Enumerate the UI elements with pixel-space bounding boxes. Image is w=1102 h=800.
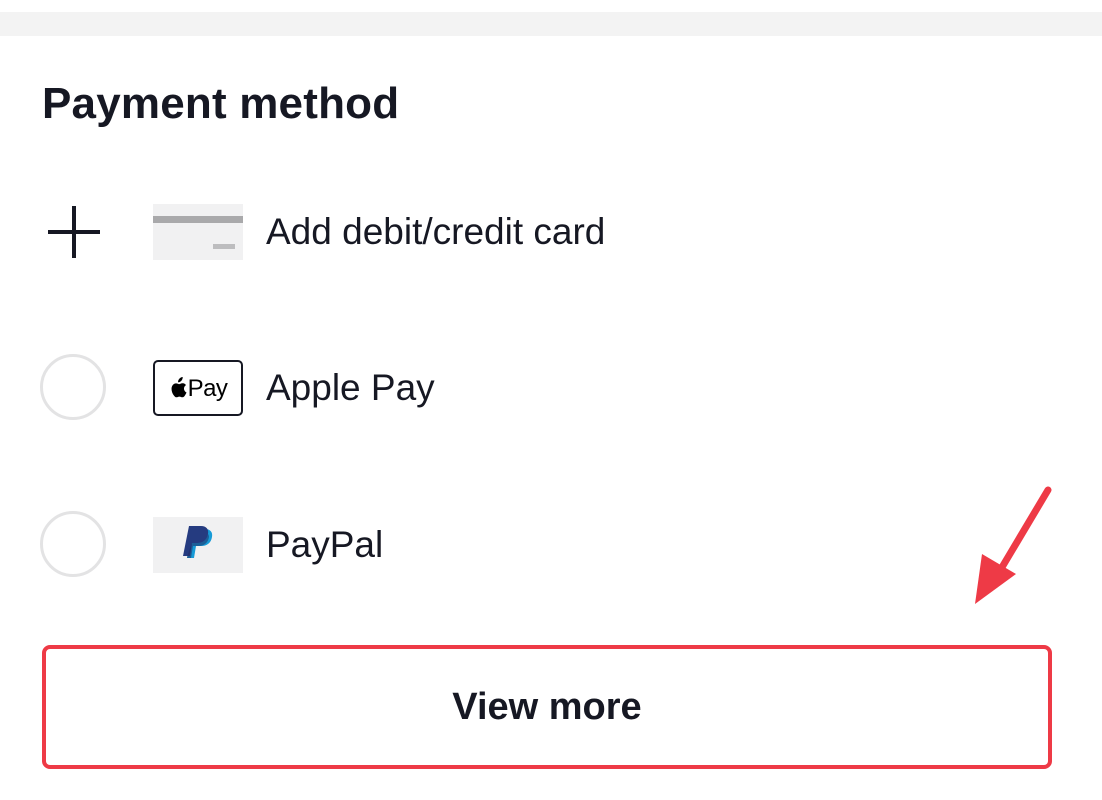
top-divider-band: [0, 12, 1102, 36]
add-card-row[interactable]: Add debit/credit card: [0, 192, 1102, 272]
apple-pay-logo-text: Pay: [187, 374, 228, 402]
page-title: Payment method: [42, 79, 400, 128]
paypal-row[interactable]: PayPal: [0, 505, 1102, 585]
paypal-logo: [153, 517, 243, 573]
apple-pay-logo: Pay: [153, 360, 243, 416]
apple-pay-label: Apple Pay: [266, 367, 435, 408]
paypal-icon: [183, 526, 213, 558]
plus-icon[interactable]: [40, 198, 108, 266]
card-icon: [153, 204, 243, 260]
paypal-radio[interactable]: [40, 511, 106, 577]
apple-pay-row[interactable]: Pay Apple Pay: [0, 348, 1102, 428]
view-more-button[interactable]: View more: [42, 645, 1052, 769]
apple-pay-radio[interactable]: [40, 354, 106, 420]
apple-icon: [171, 377, 187, 398]
red-arrow-icon: [975, 486, 1052, 604]
add-card-label: Add debit/credit card: [266, 211, 606, 252]
paypal-label: PayPal: [266, 524, 384, 565]
view-more-label: View more: [452, 685, 642, 728]
